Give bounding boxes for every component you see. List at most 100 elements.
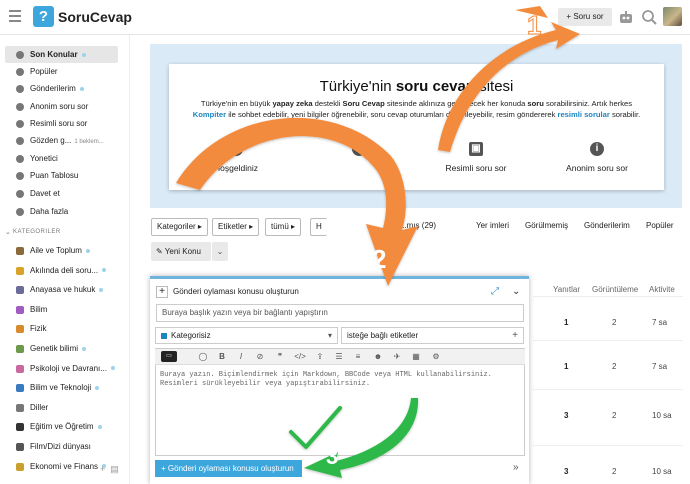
italic-icon[interactable]: I [235, 352, 247, 361]
feature-anonymous-question[interactable]: i Anonim soru sor [542, 142, 652, 173]
feature-label: Resimli soru sor [445, 163, 507, 173]
numbered-list-icon[interactable]: ≡ [352, 352, 364, 361]
unread-dot [82, 346, 87, 351]
filter-dropdown[interactable]: tümü ▸ [265, 218, 302, 236]
unread-dot [110, 366, 115, 371]
partial-dropdown[interactable]: H [310, 218, 327, 236]
magic-icon[interactable]: ✈ [391, 352, 403, 361]
plus-icon[interactable]: + [156, 286, 168, 298]
sidebar-item[interactable]: Gözden g... 1 beklem... [5, 132, 118, 149]
category-label: Bilim ve Teknoloji [30, 383, 92, 393]
sidebar-category[interactable]: Diller [5, 399, 118, 416]
tags-input[interactable]: isteğe bağlı etiketler + [341, 327, 524, 344]
toggle-rich-editor-icon[interactable]: ▭ [161, 351, 177, 362]
sidebar-item[interactable]: Resimli soru sor [5, 115, 118, 132]
emoji-icon[interactable]: ☻ [372, 352, 384, 361]
feature-welcome[interactable]: i Hoşgeldiniz [181, 142, 291, 173]
topic-views: 2 [612, 411, 617, 420]
categories-dropdown[interactable]: Kategoriler ▸ [151, 218, 208, 236]
sidebar-category[interactable]: Psikoloji ve Davranı... [5, 360, 118, 377]
topic-activity[interactable]: 7 sa [652, 362, 667, 371]
category-label: Ekonomi ve Finans [30, 461, 99, 471]
bold-icon[interactable]: B [216, 352, 228, 361]
sidebar-item[interactable]: Puan Tablosu [5, 167, 118, 184]
feature-image-question[interactable]: ▣ Resimli soru sor [421, 142, 531, 173]
create-topic-button[interactable]: + Gönderi oylaması konusu oluşturun [155, 460, 302, 477]
collapse-icon[interactable]: ⌄ [512, 286, 520, 297]
quote-icon[interactable]: ❞ [274, 352, 286, 361]
tab-unread[interactable]: ...mış (29) [400, 221, 436, 230]
sidebar-category[interactable]: Eğitim ve Öğretim [5, 418, 118, 435]
sidebar-item[interactable]: Daha fazla [5, 203, 118, 220]
code-icon[interactable]: </> [294, 352, 306, 361]
feature-item[interactable]: i [304, 142, 414, 163]
sidebar-category[interactable]: Anayasa ve hukuk [5, 281, 118, 298]
sidebar-item-label: Son Konular [30, 50, 78, 59]
robot-icon[interactable] [618, 9, 634, 25]
sidebar-category[interactable]: Genetik bilimi [5, 340, 118, 357]
resimli-sorular-link[interactable]: resimli sorular [557, 110, 609, 119]
link-icon[interactable]: ⊘ [254, 352, 266, 361]
chat-bubble-icon[interactable]: ◯ [197, 352, 209, 361]
sidebar-item[interactable]: Anonim soru sor [5, 98, 118, 115]
topic-activity[interactable]: 10 sa [652, 467, 672, 476]
sidebar-item[interactable]: Gönderilerim [5, 80, 118, 97]
kompiter-link[interactable]: Kompiter [193, 110, 226, 119]
category-icon [16, 266, 24, 275]
desc-part: yapay zeka [272, 99, 313, 108]
feature-label: Anonim soru sor [566, 163, 628, 173]
search-icon[interactable] [641, 9, 657, 25]
sidebar-item[interactable]: Popüler [5, 63, 118, 80]
col-replies[interactable]: Yanıtlar [553, 285, 580, 294]
sidebar-category[interactable]: Bilim [5, 301, 118, 318]
category-label: Psikoloji ve Davranı... [30, 363, 107, 373]
sidebar-category[interactable]: Aile ve Toplum [5, 242, 118, 259]
topic-activity[interactable]: 7 sa [652, 318, 667, 327]
col-views[interactable]: Görüntüleme [592, 285, 638, 294]
sidebar-item[interactable]: Davet et [5, 185, 118, 202]
sidebar-item-label: Gözden g... [30, 136, 72, 145]
new-topic-button[interactable]: ✎ Yeni Konu [151, 242, 211, 261]
category-icon [16, 443, 24, 451]
hamburger-menu-icon[interactable] [9, 10, 21, 22]
calendar-icon[interactable]: ▦ [410, 352, 422, 361]
editor-placeholder-line: Buraya yazın. Biçimlendirmek için Markdo… [160, 371, 492, 379]
dropdown-label: Etiketler [218, 222, 247, 231]
composer-action[interactable]: + Gönderi oylaması konusu oluşturun [156, 286, 299, 298]
double-chevron-right-icon[interactable]: » [513, 462, 519, 473]
dropdown-label: tümü [271, 222, 289, 231]
list-icon[interactable]: ☰ [333, 352, 345, 361]
logo-icon[interactable]: ? [33, 6, 54, 27]
composer-grip[interactable] [150, 276, 529, 279]
chevron-down-icon[interactable]: ⌄ [5, 228, 11, 236]
col-activity[interactable]: Aktivite [649, 285, 675, 294]
topic-views: 2 [612, 318, 617, 327]
sidebar-footer-icons[interactable]: + ▤ [100, 464, 119, 475]
gear-icon[interactable]: ⚙ [430, 352, 442, 361]
tab-my-posts[interactable]: Gönderilerim [584, 221, 630, 230]
plus-icon: + [512, 330, 518, 341]
sidebar-category[interactable]: Bilim ve Teknoloji [5, 379, 118, 396]
category-select[interactable]: Kategorisiz ▾ [155, 327, 338, 344]
expand-icon[interactable]: ⤢ [491, 286, 499, 297]
tab-bookmarks[interactable]: Yer imleri [476, 221, 509, 230]
chevron-down-icon[interactable]: ⌄ [212, 242, 228, 261]
ask-question-button[interactable]: + Soru sor [558, 8, 612, 26]
ask-question-label: Soru sor [573, 12, 604, 21]
tags-dropdown[interactable]: Etiketler ▸ [212, 218, 260, 236]
topic-title-input[interactable]: Buraya başlık yazın veya bir bağlantı ya… [156, 304, 524, 322]
sidebar-category[interactable]: Film/Dizi dünyası [5, 438, 118, 455]
unread-dot [99, 288, 104, 293]
sidebar-category[interactable]: Akılında deli soru... [5, 262, 118, 279]
sidebar-category[interactable]: Fizik [5, 320, 118, 337]
sidebar-item[interactable]: Yonetici [5, 150, 118, 167]
category-icon [16, 345, 24, 353]
upload-icon[interactable]: ⇪ [314, 352, 326, 361]
site-logo-text[interactable]: SoruCevap [58, 9, 132, 25]
tab-unseen[interactable]: Görülmemiş [525, 221, 568, 230]
tab-popular[interactable]: Popüler [646, 221, 674, 230]
user-avatar[interactable] [663, 7, 682, 26]
caret-down-icon: ▾ [327, 331, 332, 340]
topic-activity[interactable]: 10 sa [652, 411, 672, 420]
sidebar-item[interactable]: Son Konular [5, 46, 118, 63]
